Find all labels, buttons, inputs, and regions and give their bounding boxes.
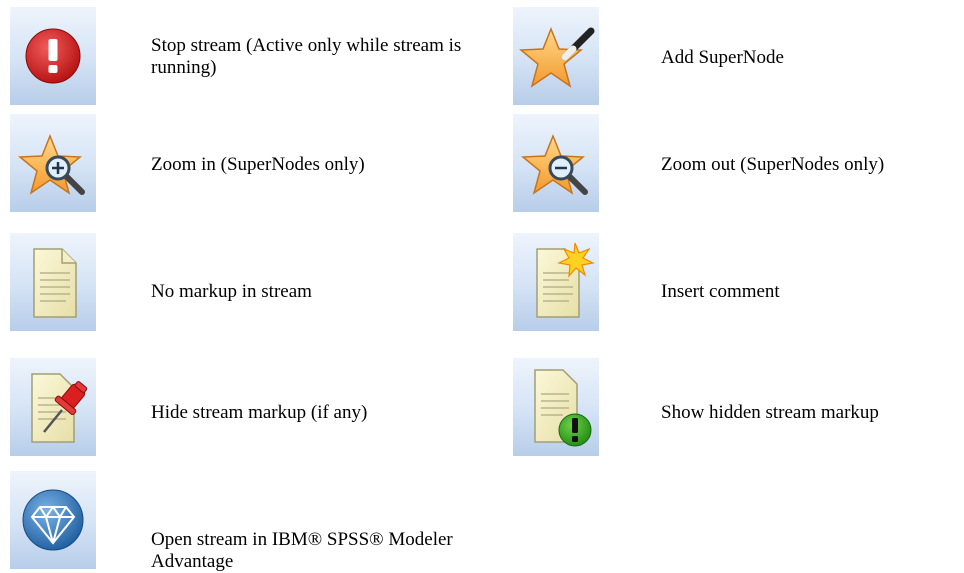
hide-markup-icon: [10, 358, 96, 456]
legend-label: Zoom in (SuperNodes only): [151, 154, 365, 175]
legend-row: Open stream in IBM® SPSS® Modeler Advant…: [0, 471, 964, 572]
legend-row: Stop stream (Active only while stream is…: [0, 7, 964, 105]
legend-label: Add SuperNode: [661, 47, 784, 68]
legend-row: Hide stream markup (if any) Show hidden …: [0, 358, 964, 456]
stop-icon: [10, 7, 96, 105]
legend-label: Zoom out (SuperNodes only): [661, 154, 885, 175]
legend-label: Insert comment: [661, 281, 780, 302]
show-markup-icon: [513, 358, 599, 456]
zoom-in-icon: [10, 114, 96, 212]
add-supernode-icon: [513, 7, 599, 105]
zoom-out-icon: [513, 114, 599, 212]
modeler-advantage-icon: [10, 471, 96, 569]
legend-label: Stop stream (Active only while stream is…: [151, 35, 462, 78]
legend-label: Hide stream markup (if any): [151, 402, 368, 423]
insert-comment-icon: [513, 233, 599, 331]
legend-label: Open stream in IBM® SPSS® Modeler Advant…: [151, 529, 453, 572]
document-icon: [10, 233, 96, 331]
legend-row: Zoom in (SuperNodes only) Zoom out (Supe…: [0, 114, 964, 212]
legend-label: No markup in stream: [151, 281, 312, 302]
legend-row: No markup in stream Insert comment: [0, 233, 964, 331]
legend-label: Show hidden stream markup: [661, 402, 879, 423]
